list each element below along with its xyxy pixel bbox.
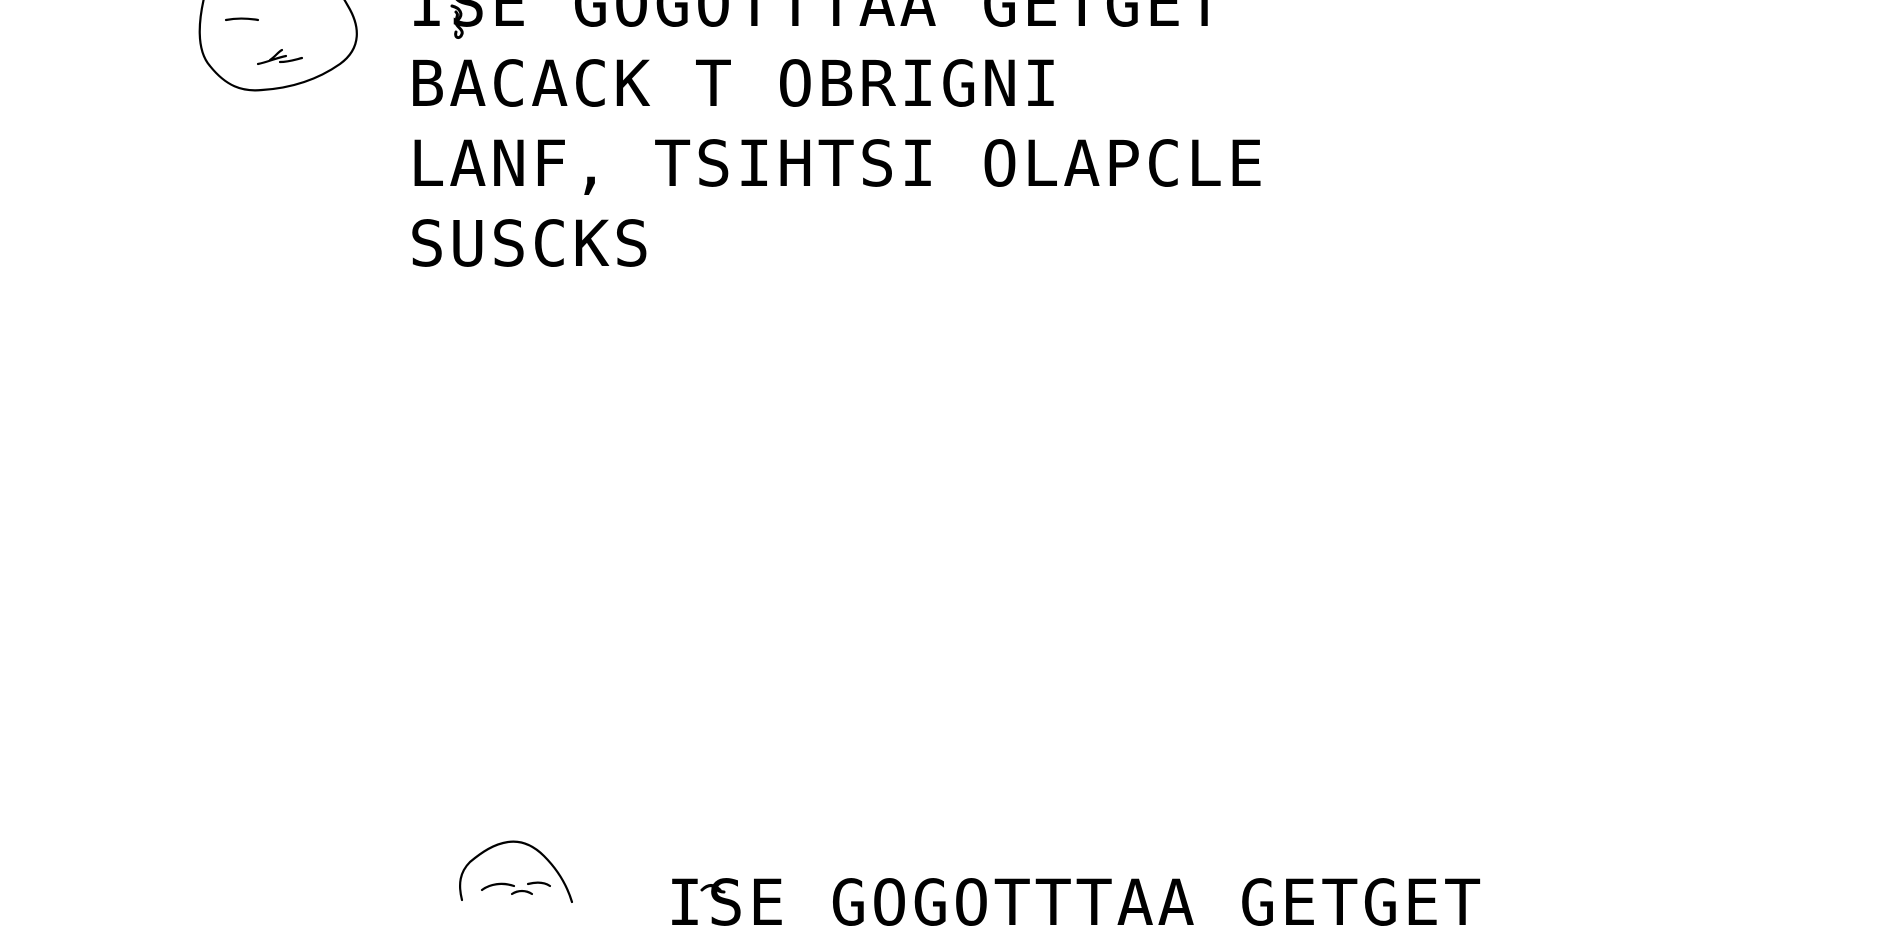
rage-face-sketch-icon: [448, 838, 618, 918]
comic-panel-top: ISE GOGOTTTAA GETGET BACACK T OBRIGNI LA…: [0, 0, 1890, 290]
caption-line: BACACK T OBRIGNI: [408, 48, 1063, 121]
caption-line: ISE GOGOTTTAA GETGET: [408, 0, 1227, 41]
caption-line: SUSCKS: [408, 208, 654, 281]
caption-text: ISE GOGOTTTAA GETGET BACACK T OBRIGNI LA…: [408, 0, 1268, 285]
caption-line: LANF, TSIHTSI OLAPCLE: [408, 128, 1268, 201]
caption-text: ISE GOGOTTTAA GETGET: [666, 864, 1485, 944]
caption-line: ISE GOGOTTTAA GETGET: [666, 867, 1485, 940]
rage-face-sketch-icon: [190, 0, 380, 115]
